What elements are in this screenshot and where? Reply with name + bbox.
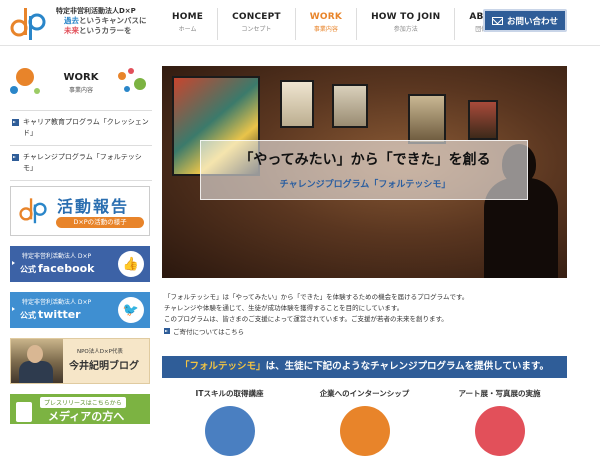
nav-home-sub: ホーム — [178, 26, 197, 33]
category-internship[interactable]: 企業へのインターンシップ — [297, 382, 432, 456]
facebook-sub: 特定非営利活動法人 D×P — [22, 253, 92, 260]
blog-title: 今井紀明ブログ — [69, 361, 139, 372]
contact-button-label: お問い合わせ — [506, 16, 558, 27]
description-line: チャレンジや体験を通じて、生徒が成功体験を獲得することを目的にしています。 — [164, 304, 404, 312]
nav-how-to-join-label: HOW TO JOIN — [371, 12, 441, 22]
global-nav: HOME ホーム CONCEPT コンセプト WORK 事業内容 HOW TO … — [158, 8, 519, 40]
category-circle — [204, 406, 255, 456]
category-label: ITスキルの取得講座 — [195, 389, 264, 398]
sidebar-item-fortissimo[interactable]: チャレンジプログラム「フォルテッシモ」 — [10, 146, 152, 181]
slogan-rest-2: というカラーを — [79, 26, 132, 35]
painting — [280, 80, 314, 128]
program-categories: ITスキルの取得講座 企業へのインターンシップ アート展・写真展の実施 — [162, 382, 567, 456]
twitter-prefix: 公式 — [20, 311, 36, 320]
donate-link-label: ご寄付についてはこちら — [173, 328, 245, 336]
donate-link[interactable]: ご寄付についてはこちら — [162, 326, 567, 336]
facebook-prefix: 公式 — [20, 265, 36, 274]
category-circle — [339, 406, 390, 456]
program-description: 「フォルテッシモ」は「やってみたい」から「できた」を体験するための機会を届けるプ… — [162, 292, 567, 325]
description-line: 「フォルテッシモ」は「やってみたい」から「できた」を体験するための機会を届けるプ… — [164, 293, 469, 301]
twitter-sub: 特定非営利活動法人 D×P — [22, 299, 92, 306]
thumbs-up-icon: 👍 — [118, 251, 144, 277]
facebook-banner[interactable]: 特定非営利活動法人 D×P 公式 facebook 👍 — [10, 246, 150, 282]
slogan: 過去というキャンバスに 未来というカラーを — [64, 16, 147, 36]
slogan-accent-1: 過去 — [64, 16, 79, 25]
twitter-banner[interactable]: 特定非営利活動法人 D×P 公式 twitter 🐦 — [10, 292, 150, 328]
program-banner-name: 「フォルテッシモ」 — [180, 361, 266, 372]
arrow-right-icon — [164, 328, 170, 334]
main-content: 「やってみたい」から「できた」を創る チャレンジプログラム「フォルテッシモ」 「… — [162, 66, 567, 456]
bird-icon: 🐦 — [118, 297, 144, 323]
blog-banner[interactable]: NPO法人D×P代表 今井紀明ブログ — [10, 338, 150, 384]
category-art-exhibit[interactable]: アート展・写真展の実施 — [432, 382, 567, 456]
sidebar-item-label: キャリア教育プログラム「クレッシェンド」 — [23, 118, 149, 137]
arrow-right-icon — [12, 119, 19, 126]
press-title: メディアの方へ — [48, 410, 125, 423]
category-label: アート展・写真展の実施 — [458, 389, 541, 398]
portrait-photo — [11, 339, 63, 383]
hero-subtitle: チャレンジプログラム「フォルテッシモ」 — [279, 180, 451, 190]
sidebar-links: キャリア教育プログラム「クレッシェンド」 チャレンジプログラム「フォルテッシモ」 — [10, 110, 152, 181]
nav-home-label: HOME — [172, 12, 204, 22]
sidebar: WORK 事業内容 キャリア教育プログラム「クレッシェンド」 チャレンジプログラ… — [10, 66, 152, 424]
document-icon — [16, 402, 32, 422]
dp-logo[interactable] — [10, 6, 46, 40]
hero-caption-box: 「やってみたい」から「できた」を創る チャレンジプログラム「フォルテッシモ」 — [200, 140, 528, 200]
mail-icon — [491, 16, 503, 25]
nav-how-to-join-sub: 参加方法 — [393, 26, 418, 33]
site-header: 特定非営利活動法人D×P 過去というキャンバスに 未来というカラーを HOME … — [0, 0, 600, 46]
slogan-rest-1: というキャンバスに — [79, 16, 147, 25]
dp-logo — [19, 198, 47, 224]
facebook-name: facebook — [38, 262, 95, 275]
arrow-right-icon — [12, 154, 19, 161]
sidebar-item-crescendo[interactable]: キャリア教育プログラム「クレッシェンド」 — [10, 111, 152, 146]
slogan-accent-2: 未来 — [64, 26, 79, 35]
sidebar-title: WORK — [63, 72, 99, 83]
description-line: このプログラムは、皆さまのご支援によって運営されています。ご支援が若者の未来を創… — [164, 315, 448, 323]
nav-concept-sub: コンセプト — [241, 26, 272, 33]
program-banner-text: は、生徒に下記のようなチャレンジプログラムを提供しています。 — [265, 361, 549, 372]
sidebar-subtitle: 事業内容 — [68, 87, 93, 94]
contact-button[interactable]: お問い合わせ — [483, 9, 567, 32]
arrow-right-icon — [12, 307, 16, 311]
report-title: 活動報告 — [57, 197, 130, 216]
report-sub: D×Pの活動の様子 — [56, 217, 144, 228]
twitter-name: twitter — [38, 308, 81, 321]
program-banner: 「フォルテッシモ」は、生徒に下記のようなチャレンジプログラムを提供しています。 — [162, 356, 567, 378]
nav-home[interactable]: HOME ホーム — [158, 8, 217, 40]
org-name: 特定非営利活動法人D×P — [56, 7, 136, 15]
nav-how-to-join[interactable]: HOW TO JOIN 参加方法 — [356, 8, 454, 40]
twitter-title: 公式 twitter — [20, 308, 81, 321]
sidebar-heading: WORK 事業内容 — [10, 66, 152, 106]
nav-work-sub: 事業内容 — [313, 26, 338, 33]
sidebar-item-label: チャレンジプログラム「フォルテッシモ」 — [23, 153, 142, 172]
hero-title: 「やってみたい」から「できた」を創る — [239, 152, 491, 168]
press-tag: プレスリリースはこちらから — [40, 397, 126, 408]
category-label: 企業へのインターンシップ — [319, 389, 410, 398]
activity-report-banner[interactable]: 活動報告 D×Pの活動の様子 — [10, 186, 150, 236]
painting — [332, 84, 368, 128]
arrow-right-icon — [12, 261, 16, 265]
category-circle — [474, 406, 525, 456]
nav-concept-label: CONCEPT — [232, 12, 281, 22]
nav-work-label: WORK — [309, 12, 343, 22]
hero-image: 「やってみたい」から「できた」を創る チャレンジプログラム「フォルテッシモ」 — [162, 66, 567, 278]
nav-concept[interactable]: CONCEPT コンセプト — [217, 8, 295, 40]
painting — [408, 94, 446, 144]
facebook-title: 公式 facebook — [20, 262, 95, 275]
blog-sub: NPO法人D×P代表 — [77, 349, 123, 355]
category-it-skills[interactable]: ITスキルの取得講座 — [162, 382, 297, 456]
nav-work[interactable]: WORK 事業内容 — [294, 8, 356, 40]
